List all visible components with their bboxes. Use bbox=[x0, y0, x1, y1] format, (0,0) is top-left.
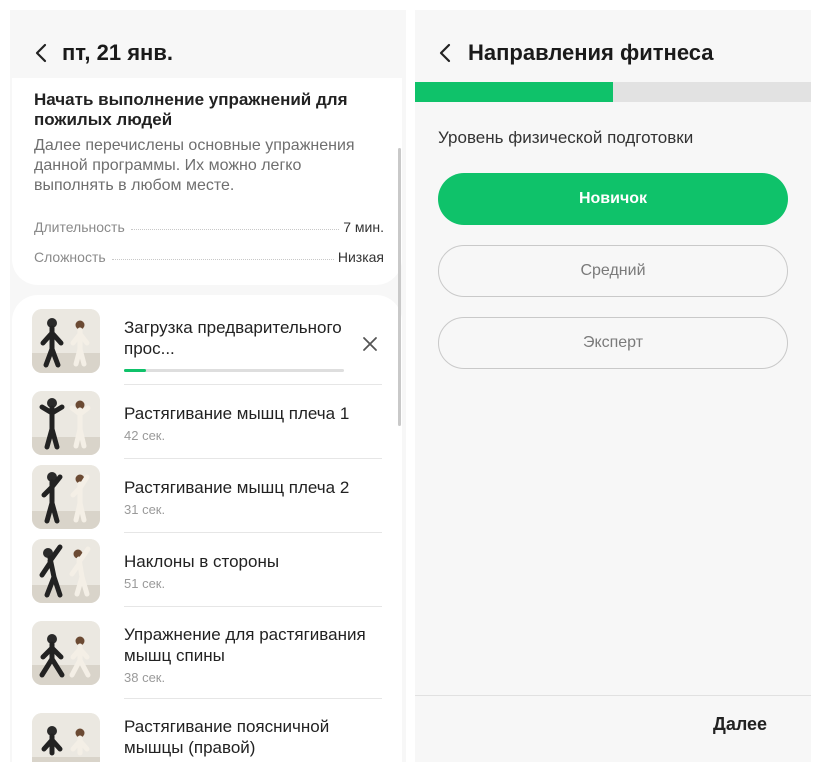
cancel-download-button[interactable] bbox=[360, 334, 380, 354]
download-progress bbox=[124, 369, 344, 372]
list-item[interactable]: Упражнение для растягивания мышц спины 3… bbox=[12, 607, 402, 699]
exercise-thumbnail bbox=[32, 539, 100, 603]
exercise-thumbnail bbox=[32, 713, 100, 762]
left-screen: пт, 21 янв. Начать выполнение упражнений… bbox=[10, 10, 406, 762]
dotted-leader bbox=[111, 258, 334, 260]
difficulty-value: Низкая bbox=[337, 249, 384, 265]
option-expert-button[interactable]: Эксперт bbox=[438, 317, 788, 369]
exercise-name: Растягивание мышц плеча 1 bbox=[124, 404, 350, 423]
program-title: Начать выполнение упражнений для пожилых… bbox=[34, 90, 348, 129]
page-title: Направления фитнеса bbox=[468, 40, 714, 65]
exercise-name: Загрузка предварительного прос... bbox=[124, 318, 342, 358]
chevron-left-icon bbox=[35, 43, 47, 63]
step-progress-fill bbox=[415, 82, 613, 102]
page-title: пт, 21 янв. bbox=[62, 40, 173, 65]
fitness-level-question: Уровень физической подготовки bbox=[438, 128, 694, 147]
exercise-name: Наклоны в стороны bbox=[124, 552, 280, 571]
dotted-leader bbox=[130, 228, 340, 230]
scrollbar[interactable] bbox=[398, 148, 401, 426]
duration-row: Длительность 7 мин. bbox=[34, 218, 384, 236]
exercise-duration: 31 сек. bbox=[124, 502, 166, 517]
back-button[interactable] bbox=[438, 43, 452, 63]
exercise-name: Упражнение для растягивания мышц спины bbox=[124, 625, 366, 665]
list-item[interactable]: Растягивание мышц плеча 2 31 сек. bbox=[12, 459, 402, 533]
right-screen: Направления фитнеса Уровень физической п… bbox=[415, 10, 811, 762]
option-intermediate-button[interactable]: Средний bbox=[438, 245, 788, 297]
exercise-duration: 51 сек. bbox=[124, 576, 166, 591]
back-button[interactable] bbox=[34, 43, 48, 63]
list-item[interactable]: Растягивание мышц плеча 1 42 сек. bbox=[12, 385, 402, 459]
option-beginner-button[interactable]: Новичок bbox=[438, 173, 788, 225]
difficulty-label: Сложность bbox=[34, 249, 106, 265]
program-info-card: Начать выполнение упражнений для пожилых… bbox=[12, 78, 402, 285]
exercise-thumbnail bbox=[32, 465, 100, 529]
difficulty-row: Сложность Низкая bbox=[34, 248, 384, 266]
exercise-list[interactable]: Загрузка предварительного прос... Растяг… bbox=[12, 295, 402, 762]
program-description: Далее перечислены основные упражнения да… bbox=[34, 137, 355, 194]
exercise-name: Растягивание мышц плеча 2 bbox=[124, 478, 350, 497]
exercise-thumbnail bbox=[32, 309, 100, 373]
exercise-name: Растягивание поясничной мышцы (правой) bbox=[124, 717, 330, 757]
next-button[interactable]: Далее bbox=[713, 714, 767, 735]
step-progress-bar bbox=[415, 82, 811, 102]
duration-label: Длительность bbox=[34, 219, 125, 235]
list-item[interactable]: Наклоны в стороны 51 сек. bbox=[12, 533, 402, 607]
divider bbox=[415, 695, 811, 696]
exercise-duration: 38 сек. bbox=[124, 670, 166, 685]
exercise-duration: 42 сек. bbox=[124, 428, 166, 443]
chevron-left-icon bbox=[439, 43, 451, 63]
duration-value: 7 мин. bbox=[343, 219, 384, 235]
list-item[interactable]: Загрузка предварительного прос... bbox=[12, 295, 402, 385]
exercise-thumbnail bbox=[32, 391, 100, 455]
download-progress-fill bbox=[124, 369, 146, 372]
right-header: Направления фитнеса bbox=[415, 10, 811, 90]
list-item[interactable]: Растягивание поясничной мышцы (правой) bbox=[12, 699, 402, 762]
exercise-thumbnail bbox=[32, 621, 100, 685]
close-icon bbox=[363, 337, 377, 351]
